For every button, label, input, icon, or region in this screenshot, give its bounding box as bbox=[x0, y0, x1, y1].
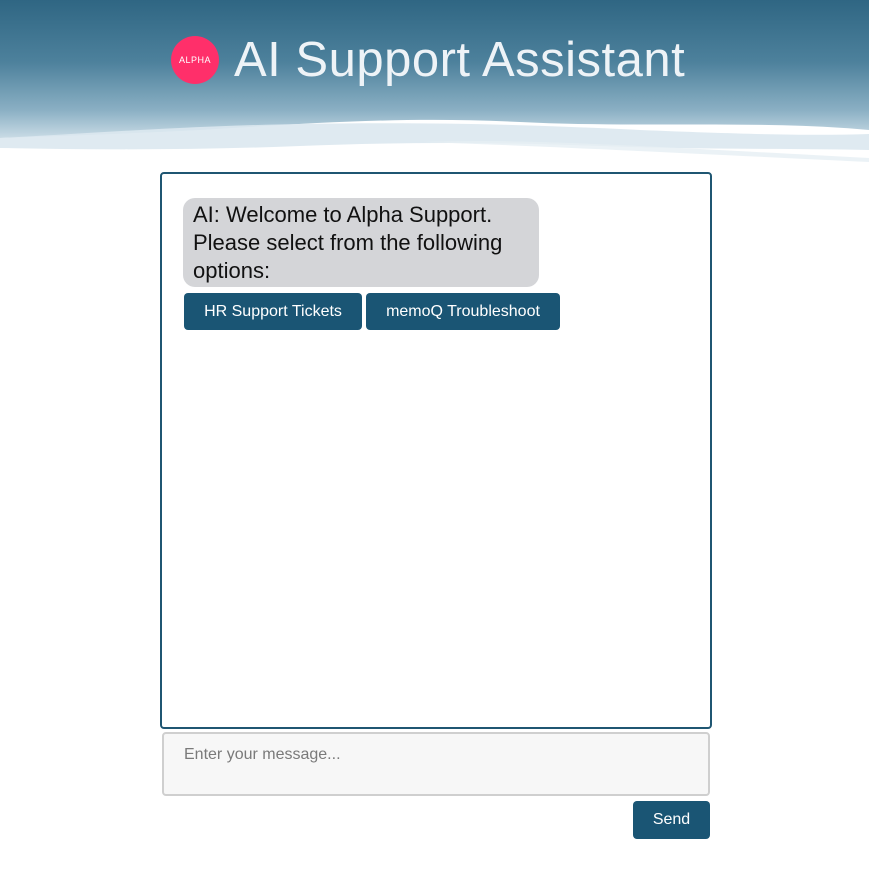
brand: ALPHA AI Support Assistant bbox=[171, 30, 685, 90]
message-input-placeholder: Enter your message... bbox=[184, 746, 341, 763]
ai-message-bubble: AI: Welcome to Alpha Support. Please sel… bbox=[183, 198, 539, 287]
message-input[interactable]: Enter your message... bbox=[162, 732, 710, 796]
option-buttons: HR Support Tickets memoQ Troubleshoot bbox=[184, 293, 560, 330]
page-title: AI Support Assistant bbox=[234, 33, 686, 87]
memoq-troubleshoot-button[interactable]: memoQ Troubleshoot bbox=[366, 293, 560, 330]
hr-support-tickets-button[interactable]: HR Support Tickets bbox=[184, 293, 362, 330]
header-banner: ALPHA AI Support Assistant bbox=[0, 0, 869, 165]
alpha-logo-icon: ALPHA bbox=[171, 36, 219, 84]
chat-window[interactable]: AI: Welcome to Alpha Support. Please sel… bbox=[160, 172, 712, 729]
send-button[interactable]: Send bbox=[633, 801, 710, 839]
